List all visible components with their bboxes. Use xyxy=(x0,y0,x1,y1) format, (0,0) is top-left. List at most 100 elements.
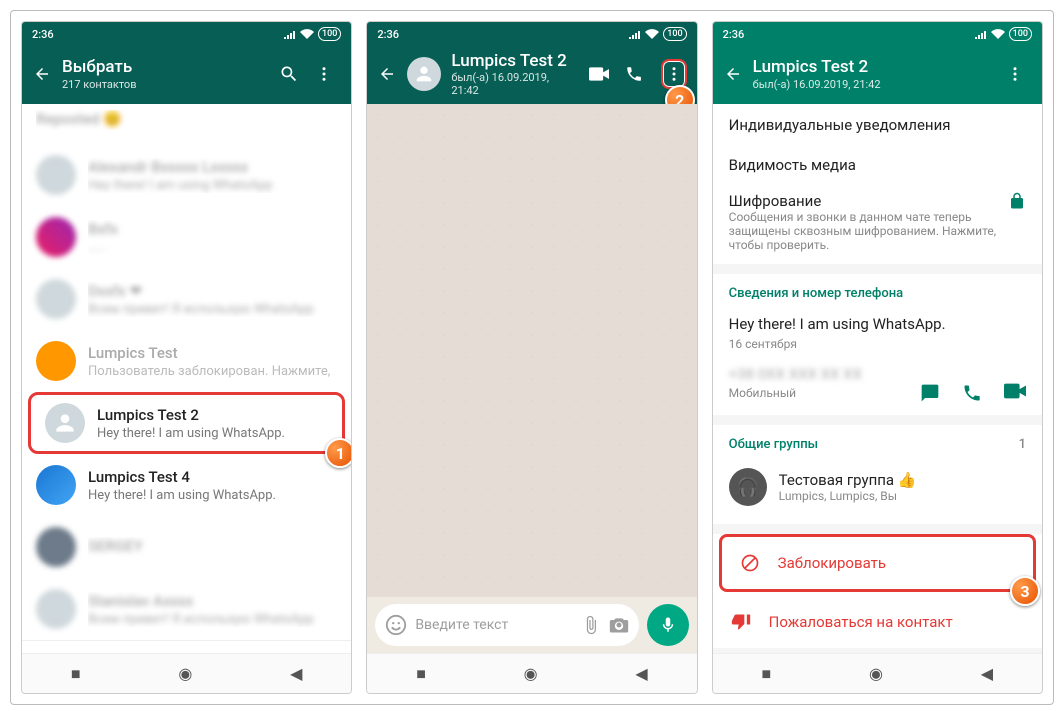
encryption-title: Шифрование xyxy=(729,192,998,210)
chat-messages-area[interactable] xyxy=(367,104,696,597)
chat-title-area[interactable]: Lumpics Test 2 был(-а) 16.09.2019, 21:42 xyxy=(451,51,578,98)
battery-indicator: 100 xyxy=(663,27,686,41)
contact-status: Hey there! I am using WhatsApp. xyxy=(88,488,337,503)
group-members: Lumpics, Lumpics, Вы xyxy=(779,489,1026,503)
nav-home[interactable]: ◉ xyxy=(869,664,883,683)
search-button[interactable] xyxy=(279,64,305,84)
more-button[interactable] xyxy=(315,65,341,83)
call-action-icon[interactable] xyxy=(962,383,982,403)
emoji-icon[interactable] xyxy=(385,614,407,636)
nav-recent[interactable]: ■ xyxy=(762,664,772,684)
phone-type: Мобильный xyxy=(729,386,920,400)
video-action-icon[interactable] xyxy=(1004,383,1026,403)
nav-back[interactable]: ◀ xyxy=(635,664,647,683)
back-button[interactable] xyxy=(32,65,52,83)
app-bar: Выбрать 217 контактов xyxy=(22,46,351,104)
report-contact-row[interactable]: Пожаловаться на контакт xyxy=(713,596,1042,648)
info-more-button[interactable] xyxy=(1006,65,1032,83)
status-bar: 2:36 100 xyxy=(713,22,1042,46)
message-input[interactable]: Введите текст xyxy=(375,604,638,646)
more-vert-icon xyxy=(315,65,333,83)
status-icons: 100 xyxy=(975,27,1032,41)
phone-number-blurred: +38 0XX XXX XX XX xyxy=(729,365,1026,383)
chat-title: Lumpics Test 2 xyxy=(451,51,578,71)
contact-name: Lumpics Test xyxy=(88,344,337,362)
contact-status: Hey there! I am using WhatsApp. xyxy=(97,426,328,441)
invite-friends[interactable]: Пригласить друзей xyxy=(22,641,351,653)
contact-name: Lumpics Test 2 xyxy=(97,406,328,424)
group-name: Тестовая группа 👍 xyxy=(779,471,1026,489)
nav-back[interactable]: ◀ xyxy=(290,664,302,683)
avatar xyxy=(36,155,76,195)
nav-home[interactable]: ◉ xyxy=(178,664,192,683)
status-time: 2:36 xyxy=(377,28,399,41)
back-button[interactable] xyxy=(723,65,743,83)
details-heading: Сведения и номер телефона xyxy=(729,286,1026,301)
more-vert-icon xyxy=(665,65,683,83)
contact-item-blurred[interactable]: Alexandr Bxxxxx LxxxxxHey there! I am us… xyxy=(22,144,351,206)
back-button[interactable] xyxy=(377,65,397,83)
nav-back[interactable]: ◀ xyxy=(981,664,993,683)
contact-item-blurred[interactable]: Reposted 😊 xyxy=(22,104,351,144)
info-subtitle: был(-а) 16.09.2019, 21:42 xyxy=(753,78,996,91)
contact-item[interactable]: Lumpics Test 4 Hey there! I am using Wha… xyxy=(22,454,351,516)
group-item[interactable]: 🎧 Тестовая группа 👍 Lumpics, Lumpics, Вы xyxy=(729,462,1026,512)
contact-item-blurred[interactable]: Dxxfx ❤Всем привет! Я использую WhatsApp xyxy=(22,268,351,330)
arrow-left-icon xyxy=(378,65,396,83)
encryption-row[interactable]: Шифрование Сообщения и звонки в данном ч… xyxy=(729,192,1026,252)
nav-recent[interactable]: ■ xyxy=(416,664,426,684)
camera-icon[interactable] xyxy=(609,615,629,635)
search-icon xyxy=(279,64,299,84)
voice-call-button[interactable] xyxy=(625,65,651,83)
arrow-left-icon xyxy=(724,65,742,83)
report-label: Пожаловаться на контакт xyxy=(769,613,953,631)
contact-item-blurred[interactable]: Stanislav AxxxxВсем привет! Я использую … xyxy=(22,578,351,640)
status-time: 2:36 xyxy=(723,28,745,41)
groups-count: 1 xyxy=(1019,437,1026,452)
contact-item-target[interactable]: Lumpics Test 2 Hey there! I am using Wha… xyxy=(28,392,345,454)
android-nav-bar: ■ ◉ ◀ xyxy=(713,653,1042,693)
avatar xyxy=(36,217,76,257)
avatar xyxy=(36,465,76,505)
status-time: 2:36 xyxy=(32,28,54,41)
wifi-icon xyxy=(645,29,659,39)
tutorial-frame: 2:36 100 Выбрать 217 контактов Reposted … xyxy=(10,10,1054,705)
contact-item-blurred[interactable]: Bxfx..... xyxy=(22,206,351,268)
chat-avatar[interactable] xyxy=(407,57,441,91)
mic-icon xyxy=(659,616,677,634)
info-scroll[interactable]: Индивидуальные уведомления Видимость мед… xyxy=(713,104,1042,653)
screen-select-contact: 2:36 100 Выбрать 217 контактов Reposted … xyxy=(21,21,352,694)
chat-last-seen: был(-а) 16.09.2019, 21:42 xyxy=(451,71,578,97)
chat-app-bar: Lumpics Test 2 был(-а) 16.09.2019, 21:42… xyxy=(367,46,696,104)
screen-contact-info: 2:36 100 Lumpics Test 2 был(-а) 16.09.20… xyxy=(712,21,1043,694)
video-call-button[interactable] xyxy=(589,67,615,81)
chat-input-bar: Введите текст xyxy=(367,597,696,653)
attach-icon[interactable] xyxy=(581,615,601,635)
android-nav-bar: ■ ◉ ◀ xyxy=(367,653,696,693)
block-icon xyxy=(740,553,760,573)
media-visibility-row[interactable]: Видимость медиа xyxy=(729,152,1026,178)
wifi-icon xyxy=(991,29,1005,39)
info-title: Lumpics Test 2 xyxy=(753,57,996,77)
block-label: Заблокировать xyxy=(778,554,886,572)
contact-item-blocked[interactable]: Lumpics Test Пользователь заблокирован. … xyxy=(22,330,351,392)
status-bar: 2:36 100 xyxy=(22,22,351,46)
voice-message-button[interactable] xyxy=(647,604,689,646)
avatar xyxy=(45,403,85,443)
signal-icon xyxy=(629,29,641,39)
screen-chat: 2:36 100 Lumpics Test 2 был(-а) 16.09.20… xyxy=(366,21,697,694)
avatar xyxy=(36,341,76,381)
contact-item-blurred[interactable]: SERGEY xyxy=(22,516,351,578)
contact-list: Reposted 😊 Alexandr Bxxxxx LxxxxxHey the… xyxy=(22,104,351,653)
custom-notifications-row[interactable]: Индивидуальные уведомления xyxy=(729,112,1026,138)
block-contact-row[interactable]: Заблокировать xyxy=(719,534,1036,592)
nav-recent[interactable]: ■ xyxy=(71,664,81,684)
message-action-icon[interactable] xyxy=(920,383,940,403)
status-icons: 100 xyxy=(629,27,686,41)
contact-name: Lumpics Test 4 xyxy=(88,468,337,486)
signal-icon xyxy=(284,29,296,39)
nav-home[interactable]: ◉ xyxy=(524,664,538,683)
footer-actions: Пригласить друзей Помощь с контактами xyxy=(22,640,351,653)
videocam-icon xyxy=(589,67,609,81)
encryption-body: Сообщения и звонки в данном чате теперь … xyxy=(729,210,998,252)
